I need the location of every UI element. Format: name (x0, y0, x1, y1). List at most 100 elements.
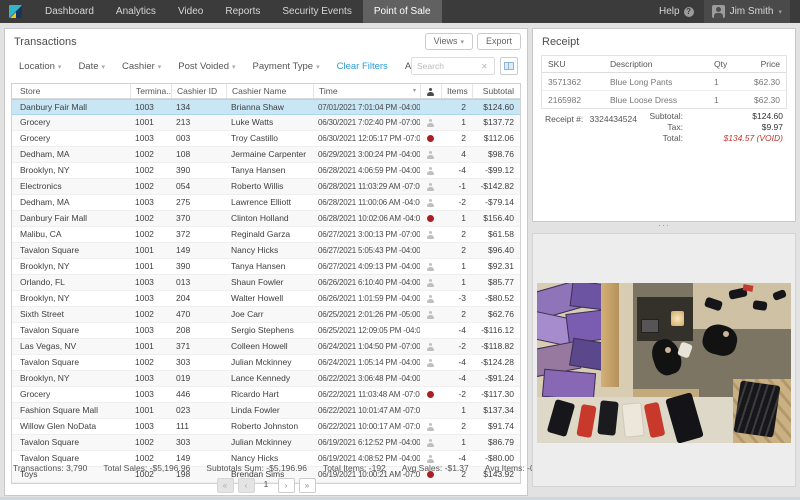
table-row[interactable]: Las Vegas, NV1001371Colleen Howell06/24/… (12, 339, 520, 355)
views-button[interactable]: Views▾ (425, 33, 473, 50)
clear-search-icon[interactable]: ✕ (481, 62, 488, 71)
user-menu[interactable]: Jim Smith ▾ (704, 0, 790, 23)
help-link[interactable]: Help ? (659, 6, 694, 17)
stat-total-sales: Total Sales: -$5,196.96 (103, 463, 190, 473)
cell-terminal: 1003 (130, 195, 171, 210)
receipt-number: 3324434524 (590, 114, 637, 124)
panel-resize-handle[interactable]: ··· (532, 221, 796, 232)
column-header-cashier-id[interactable]: Cashier ID (171, 84, 226, 98)
table-row[interactable]: Brooklyn, NY1003019Lance Kennedy06/22/20… (12, 371, 520, 387)
column-label: Termina... (136, 86, 171, 96)
cell-cashier-id: 111 (171, 419, 226, 434)
cell-terminal: 1001 (130, 403, 171, 418)
table-row[interactable]: Fashion Square Mall1001023Linda Fowler06… (12, 403, 520, 419)
cell-cashier-name: Roberto Johnston (226, 419, 313, 434)
column-header-items[interactable]: Items (441, 84, 472, 98)
video-panel (532, 233, 796, 487)
table-row[interactable]: Tavalon Square1001149Nancy Hicks06/27/20… (12, 243, 520, 259)
page-next-button[interactable]: › (278, 478, 295, 493)
filter-cashier[interactable]: Cashier▾ (122, 61, 161, 72)
cell-time: 06/27/2021 3:00:13 PM -07:00 (313, 227, 420, 242)
table-row[interactable]: Grocery1003003Troy Castillo06/30/2021 12… (12, 131, 520, 147)
cell-items: 1 (441, 211, 472, 226)
column-settings-button[interactable] (500, 57, 518, 75)
receipt-description: Blue Long Pants (604, 77, 708, 87)
chevron-down-icon: ▾ (232, 64, 236, 71)
column-header-store[interactable]: Store (12, 84, 130, 98)
table-row[interactable]: Tavalon Square1002303Julian Mckinney06/2… (12, 355, 520, 371)
cell-status (420, 387, 441, 402)
cell-store: Las Vegas, NV (12, 339, 130, 354)
table-row[interactable]: Brooklyn, NY1002390Tanya Hansen06/28/202… (12, 163, 520, 179)
person-icon (426, 88, 435, 96)
filter-date[interactable]: Date▾ (78, 61, 105, 72)
table-row[interactable]: Dedham, MA1002108Jermaine Carpenter06/29… (12, 147, 520, 163)
nav-item-analytics[interactable]: Analytics (105, 0, 167, 23)
cell-items: 2 (441, 243, 472, 258)
export-button[interactable]: Export (477, 33, 521, 50)
chevron-down-icon: ▾ (778, 8, 782, 16)
cell-items: 2 (441, 419, 472, 434)
transactions-panel: Transactions Views▾ Export Location▾Date… (4, 28, 528, 496)
receipt-totals: Receipt #: 3324434524 Subtotal:$124.60Ta… (541, 111, 787, 144)
table-row[interactable]: Malibu, CA1002372Reginald Garza06/27/202… (12, 227, 520, 243)
total-value: $9.97 (683, 122, 787, 133)
cell-cashier-name: Julian Mckinney (226, 435, 313, 450)
table-row[interactable]: Grocery1001213Luke Watts06/30/2021 7:02:… (12, 115, 520, 131)
table-row[interactable]: Brooklyn, NY1003204Walter Howell06/26/20… (12, 291, 520, 307)
table-row[interactable]: Danbury Fair Mall1003134Brianna Shaw07/0… (12, 99, 520, 115)
table-row[interactable]: Danbury Fair Mall1002370Clinton Holland0… (12, 211, 520, 227)
column-header-termina[interactable]: Termina... (130, 84, 171, 98)
column-header-time[interactable]: Time▾ (313, 84, 420, 98)
receipt-panel: Receipt SKUDescriptionQtyPrice 3571362Bl… (532, 28, 796, 222)
nav-item-dashboard[interactable]: Dashboard (34, 0, 105, 23)
video-frame[interactable] (537, 283, 791, 443)
nav-item-point-of-sale[interactable]: Point of Sale (363, 0, 442, 23)
total-value: $134.57 (VOID) (683, 133, 787, 144)
cell-terminal: 1003 (130, 131, 171, 146)
cell-terminal: 1002 (130, 227, 171, 242)
cell-items: -4 (441, 323, 472, 338)
table-row[interactable]: Electronics1002054Roberto Willis06/28/20… (12, 179, 520, 195)
cell-terminal: 1002 (130, 211, 171, 226)
table-row[interactable]: Dedham, MA1003275Lawrence Elliott06/28/2… (12, 195, 520, 211)
column-header-status[interactable] (420, 84, 441, 98)
cell-status (420, 179, 441, 194)
receipt-price: $62.30 (744, 77, 786, 87)
filter-payment-type[interactable]: Payment Type▾ (253, 61, 320, 72)
table-row[interactable]: Tavalon Square1002303Julian Mckinney06/1… (12, 435, 520, 451)
cell-cashier-name: Clinton Holland (226, 211, 313, 226)
column-header-subtotal[interactable]: Subtotal (472, 84, 520, 98)
search-input[interactable] (412, 61, 481, 71)
cell-store: Orlando, FL (12, 275, 130, 290)
nav-item-reports[interactable]: Reports (214, 0, 271, 23)
cell-items: -2 (441, 195, 472, 210)
table-row[interactable]: Sixth Street1002470Joe Carr06/25/2021 2:… (12, 307, 520, 323)
filter-location[interactable]: Location▾ (19, 61, 61, 72)
filter-post-voided[interactable]: Post Voided▾ (178, 61, 235, 72)
clear-filters-link[interactable]: Clear Filters (337, 61, 388, 72)
cell-status (420, 115, 441, 130)
cell-status (420, 435, 441, 450)
cell-time: 06/22/2021 11:03:48 AM -07:00 (313, 387, 420, 402)
app-logo-icon[interactable] (9, 5, 22, 18)
cell-terminal: 1003 (130, 291, 171, 306)
table-row[interactable]: Orlando, FL1003013Shaun Fowler06/26/2021… (12, 275, 520, 291)
table-row[interactable]: Grocery1003446Ricardo Hart06/22/2021 11:… (12, 387, 520, 403)
cell-terminal: 1003 (130, 323, 171, 338)
table-header: Store Termina...Cashier IDCashier NameTim… (12, 84, 520, 99)
nav-item-video[interactable]: Video (167, 0, 214, 23)
table-row[interactable]: Willow Glen NoData1003111Roberto Johnsto… (12, 419, 520, 435)
chevron-down-icon: ▾ (102, 64, 106, 71)
table-row[interactable]: Brooklyn, NY1001390Tanya Hansen06/27/202… (12, 259, 520, 275)
table-row[interactable]: Tavalon Square1003208Sergio Stephens06/2… (12, 323, 520, 339)
cell-store: Brooklyn, NY (12, 163, 130, 178)
nav-item-security-events[interactable]: Security Events (271, 0, 362, 23)
page-last-button[interactable]: » (299, 478, 316, 493)
cell-terminal: 1003 (130, 275, 171, 290)
cell-store: Electronics (12, 179, 130, 194)
avatar (712, 5, 725, 18)
cell-store: Tavalon Square (12, 435, 130, 450)
column-header-cashier-name[interactable]: Cashier Name (226, 84, 313, 98)
receipt-number-label: Receipt #: (545, 114, 583, 124)
